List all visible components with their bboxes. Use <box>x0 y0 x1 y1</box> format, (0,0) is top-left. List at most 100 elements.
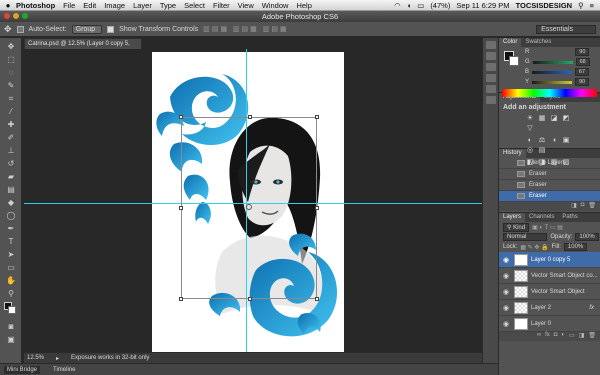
mask-icon[interactable]: ◘ <box>554 332 558 341</box>
dodge-tool-icon[interactable]: ◯ <box>5 211 17 221</box>
panel-icon[interactable] <box>485 63 496 71</box>
layer-row[interactable]: ◉ Layer 0 copy 5 <box>499 252 600 268</box>
panel-icon[interactable] <box>485 96 496 104</box>
channel-mixer-icon[interactable]: ◎ <box>525 147 535 155</box>
filter-icons[interactable]: ▣ ◐ T ▭ ▤ <box>532 224 563 231</box>
stamp-tool-icon[interactable]: ⊥ <box>5 146 17 156</box>
new-layer-icon[interactable]: ◨ <box>579 332 585 341</box>
transform-handle[interactable] <box>315 297 319 301</box>
minimize-window-button[interactable] <box>13 13 19 19</box>
black-white-icon[interactable]: ◑ <box>549 137 559 145</box>
screen-mode-icon[interactable]: ▣ <box>5 335 17 345</box>
tab-history[interactable]: History <box>499 149 526 158</box>
blend-mode-dropdown[interactable]: Normal <box>503 233 548 241</box>
wifi-icon[interactable]: ◠ <box>394 1 401 10</box>
history-brush-tool-icon[interactable]: ↺ <box>5 159 17 169</box>
app-menu-photoshop[interactable]: Photoshop <box>16 1 55 10</box>
canvas-area[interactable] <box>24 49 498 352</box>
gradient-tool-icon[interactable]: ▤ <box>5 185 17 195</box>
transform-handle[interactable] <box>179 297 183 301</box>
healing-tool-icon[interactable]: ✚ <box>5 120 17 130</box>
history-item[interactable]: Eraser <box>499 180 600 191</box>
transform-center-point[interactable] <box>246 204 252 210</box>
color-swatches-icon[interactable] <box>4 302 16 314</box>
menu-window[interactable]: Window <box>262 1 289 10</box>
lock-icons[interactable]: ▦ ✎ ✥ 🔒 <box>520 244 548 251</box>
tab-paths[interactable]: Paths <box>558 213 581 222</box>
workspace-dropdown[interactable]: Essentials <box>536 24 596 34</box>
menu-view[interactable]: View <box>238 1 254 10</box>
menu-help[interactable]: Help <box>296 1 311 10</box>
opacity-field[interactable]: 100% <box>575 233 599 241</box>
panel-icon[interactable] <box>485 52 496 60</box>
marquee-tool-icon[interactable]: ⬚ <box>5 55 17 65</box>
zoom-level[interactable]: 12.5% <box>27 355 44 361</box>
link-icon[interactable]: ∞ <box>537 332 541 341</box>
tab-color[interactable]: Color <box>499 38 522 47</box>
eye-icon[interactable]: ◉ <box>501 256 511 264</box>
spotlight-icon[interactable]: ⚲ <box>578 1 584 10</box>
transform-handle[interactable] <box>248 297 252 301</box>
document-tab[interactable]: Catrina.psd @ 12.5% (Layer 0 copy 5, RGB… <box>24 38 142 57</box>
menu-filter[interactable]: Filter <box>213 1 230 10</box>
fx-icon[interactable]: fx <box>545 332 550 341</box>
apple-icon[interactable]: ● <box>0 1 16 10</box>
transform-handle[interactable] <box>179 115 183 119</box>
transform-handle[interactable] <box>248 115 252 119</box>
blur-tool-icon[interactable]: ◆ <box>5 198 17 208</box>
zoom-window-button[interactable] <box>22 13 28 19</box>
eraser-tool-icon[interactable]: ▰ <box>5 172 17 182</box>
menu-layer[interactable]: Layer <box>133 1 152 10</box>
user-name[interactable]: TOCSISDESIGN <box>516 1 573 10</box>
path-select-tool-icon[interactable]: ➤ <box>5 250 17 260</box>
transform-handle[interactable] <box>179 206 183 210</box>
vibrance-icon[interactable]: ▽ <box>525 125 535 133</box>
tab-swatches[interactable]: Swatches <box>521 38 555 47</box>
move-tool-icon[interactable]: ✥ <box>5 42 17 52</box>
clock[interactable]: Sep 11 6:29 PM <box>456 1 509 10</box>
color-lookup-icon[interactable]: ▤ <box>537 147 547 155</box>
lasso-tool-icon[interactable]: ◌ <box>5 68 17 78</box>
slider-g[interactable] <box>532 60 573 64</box>
tab-mini-bridge[interactable]: Mini Bridge <box>4 365 41 374</box>
menu-select[interactable]: Select <box>184 1 205 10</box>
layer-fx-badge[interactable]: fx <box>589 305 594 311</box>
align-icons[interactable]: ▥▤▦ ▥▤▦ ▥▤▦ <box>203 25 288 33</box>
fill-field[interactable]: 100% <box>563 243 588 251</box>
tab-timeline[interactable]: Timeline <box>50 366 78 374</box>
pen-tool-icon[interactable]: ✒ <box>5 224 17 234</box>
zoom-tool-icon[interactable]: ⚲ <box>5 289 17 299</box>
background-color-swatch[interactable] <box>509 56 519 66</box>
eyedropper-tool-icon[interactable]: ⁄ <box>5 107 17 117</box>
layer-row[interactable]: ◉ Layer 0 <box>499 316 600 332</box>
photo-filter-icon[interactable]: ▣ <box>561 137 571 145</box>
panel-icon[interactable] <box>485 85 496 93</box>
tab-channels[interactable]: Channels <box>525 213 558 222</box>
crop-tool-icon[interactable]: ⌗ <box>5 94 17 104</box>
history-item-active[interactable]: Eraser <box>499 191 600 202</box>
auto-select-checkbox[interactable] <box>16 25 24 33</box>
adjustment-icon[interactable]: ◐ <box>561 332 565 341</box>
value-r[interactable]: 90 <box>575 48 590 56</box>
slider-b[interactable] <box>532 70 573 74</box>
show-transform-checkbox[interactable] <box>107 25 115 33</box>
close-window-button[interactable] <box>4 13 10 19</box>
history-item[interactable]: Eraser <box>499 169 600 180</box>
slider-r[interactable] <box>532 51 572 54</box>
new-snapshot-icon[interactable]: ◨ <box>571 202 577 211</box>
quick-select-tool-icon[interactable]: ✎ <box>5 81 17 91</box>
list-icon[interactable]: ≡ <box>590 1 594 10</box>
layer-row[interactable]: ◉ Vector Smart Object <box>499 284 600 300</box>
filter-kind-dropdown[interactable]: ⚲ Kind <box>503 222 530 232</box>
eye-icon[interactable]: ◉ <box>501 320 511 328</box>
exposure-icon[interactable]: ◩ <box>561 115 571 123</box>
brightness-contrast-icon[interactable]: ☀ <box>525 115 535 123</box>
hue-saturation-icon[interactable]: ◐ <box>525 137 535 145</box>
quick-mask-icon[interactable]: ◙ <box>5 322 17 332</box>
move-tool-icon[interactable]: ✥ <box>4 24 12 35</box>
transform-handle[interactable] <box>315 206 319 210</box>
layer-row[interactable]: ◉ Vector Smart Object co... <box>499 268 600 284</box>
panel-icon[interactable] <box>485 74 496 82</box>
menu-type[interactable]: Type <box>160 1 176 10</box>
value-y[interactable]: 90 <box>575 78 590 86</box>
